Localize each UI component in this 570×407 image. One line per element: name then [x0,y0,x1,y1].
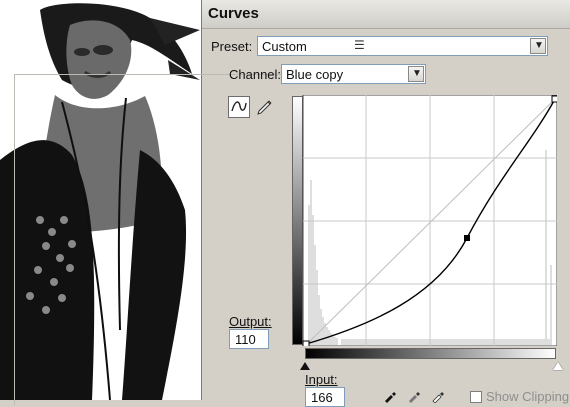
curve-tool-button[interactable] [228,96,250,118]
curve-endpoint-white[interactable] [551,95,559,103]
eyedropper-white-icon[interactable] [431,389,445,404]
channel-select[interactable]: Blue copy ▼ [281,64,426,84]
output-label: Output: [229,314,272,329]
output-value: 110 [235,332,256,347]
preset-label: Preset: [211,39,253,54]
channel-dropdown-button[interactable]: ▼ [408,66,424,82]
chevron-down-icon: ▼ [534,40,544,51]
preset-options-icon[interactable]: ☰ [354,38,368,52]
input-value: 166 [311,390,333,405]
black-point-slider[interactable] [300,362,310,370]
input-field[interactable]: 166 [305,387,345,407]
input-label: Input: [305,372,338,387]
curve-tool-icon [231,101,247,112]
dialog-title: Curves [208,5,259,22]
chevron-down-icon: ▼ [412,68,422,79]
eyedropper-gray-icon[interactable] [407,389,421,403]
curve-endpoint-black[interactable] [302,340,310,348]
eyedropper-black-icon[interactable] [383,389,397,403]
show-clipping-checkbox[interactable] [470,391,482,403]
preset-dropdown-button[interactable]: ▼ [530,38,546,54]
curves-graph-svg [302,94,559,348]
channel-value: Blue copy [286,67,344,82]
curves-graph[interactable] [291,94,559,348]
output-field[interactable]: 110 [229,329,269,349]
curve-control-point[interactable] [464,235,470,241]
preset-select[interactable]: Custom ▼ [257,36,548,56]
show-clipping-label: Show Clipping [486,389,570,404]
input-gradient-bar[interactable] [305,348,556,359]
dialog-titlebar[interactable]: Curves [202,0,570,29]
white-point-slider[interactable] [553,362,563,370]
preset-value: Custom [262,39,307,54]
pencil-icon [257,100,272,115]
channel-label: Channel: [229,67,282,82]
pencil-tool-button[interactable] [254,96,276,118]
